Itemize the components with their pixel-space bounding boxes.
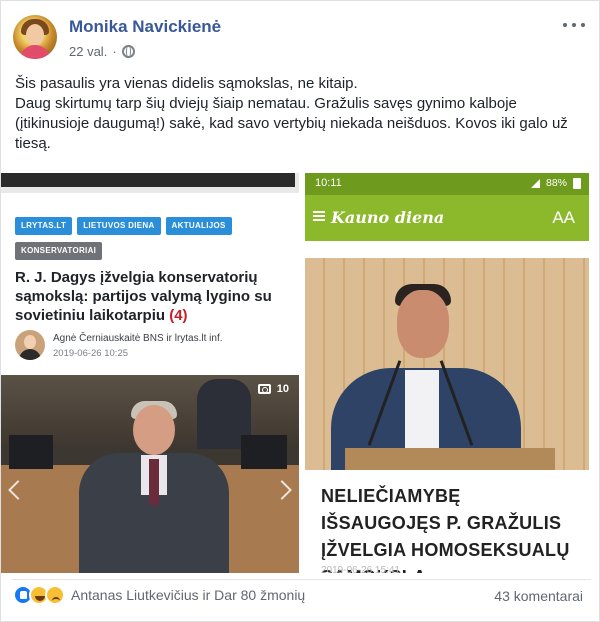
hamburger-menu-icon [313,211,325,221]
globe-icon[interactable] [121,45,135,58]
more-options-button[interactable] [563,15,585,35]
lrytas-nav-strip [1,173,299,193]
attached-image-kauno-diena[interactable]: 10:11 88% Kauno diena AA NELIEČIAMYBĘ IŠ… [305,173,589,573]
lrytas-article-photo: 10 [1,375,299,573]
kauno-diena-header: Kauno diena AA [305,195,589,241]
byline-avatar [15,330,45,360]
camera-icon [257,384,271,394]
post-text-line: Daug skirtumų tarp šių dviejų šiaip nema… [15,95,568,152]
article-tags: LRYTAS.LT LIETUVOS DIENA AKTUALIJOS KONS… [15,217,291,260]
tag-lrytas: LRYTAS.LT [15,217,73,235]
meta-separator: · [112,44,117,59]
lrytas-article-title: R. J. Dagys įžvelgia konservatorių sąmok… [15,269,272,324]
post-meta: 22 val. · [69,44,135,59]
reactions-text[interactable]: Antanas Liutkevičius ir Dar 80 žmonių [71,587,305,603]
tag-lietuvos-diena: LIETUVOS DIENA [77,217,161,235]
article-comment-count: (4) [169,307,188,324]
tag-aktualijos: AKTUALIJOS [165,217,232,235]
post-text-line: Šis pasaulis yra vienas didelis sąmoksla… [15,75,358,92]
facebook-post: Monika Navickienė 22 val. · Šis pasaulis… [0,0,600,622]
author-avatar[interactable] [13,15,57,59]
font-size-control: AA [552,208,575,227]
comments-count-link[interactable]: 43 komentarai [494,588,583,604]
status-time: 10:11 [315,177,342,189]
post-text: Šis pasaulis yra vienas didelis sąmoksla… [15,74,587,154]
footer-divider [11,579,591,580]
article-date: 2019-06-26 10:25 [53,348,129,359]
author-name[interactable]: Monika Navickienė [69,17,221,37]
site-logo: Kauno diena [331,208,445,227]
kauno-diena-headline: NELIEČIAMYBĘ IŠSAUGOJĘS P. GRAŽULIS ĮŽVE… [321,486,570,573]
signal-icon [530,178,540,188]
kauno-diena-article-photo [305,258,589,470]
attached-image-lrytas[interactable]: LRYTAS.LT LIETUVOS DIENA AKTUALIJOS KONS… [1,173,299,573]
phone-status-bar: 10:11 88% [305,173,589,195]
post-time[interactable]: 22 val. [69,44,107,59]
sad-icon [45,585,65,605]
reactions-summary[interactable]: Antanas Liutkevičius ir Dar 80 žmonių [13,585,305,605]
photo-count: 10 [276,383,289,395]
battery-level: 88% [545,177,567,189]
article-byline: Agnė Černiauskaitė BNS ir lrytas.lt inf. [53,333,223,344]
kauno-diena-date: 2019-06-26 15:41 [321,565,400,573]
photo-gallery-badge: 10 [257,383,289,395]
tag-konservatoriai: KONSERVATORIAI [15,242,103,260]
battery-icon [573,177,581,189]
